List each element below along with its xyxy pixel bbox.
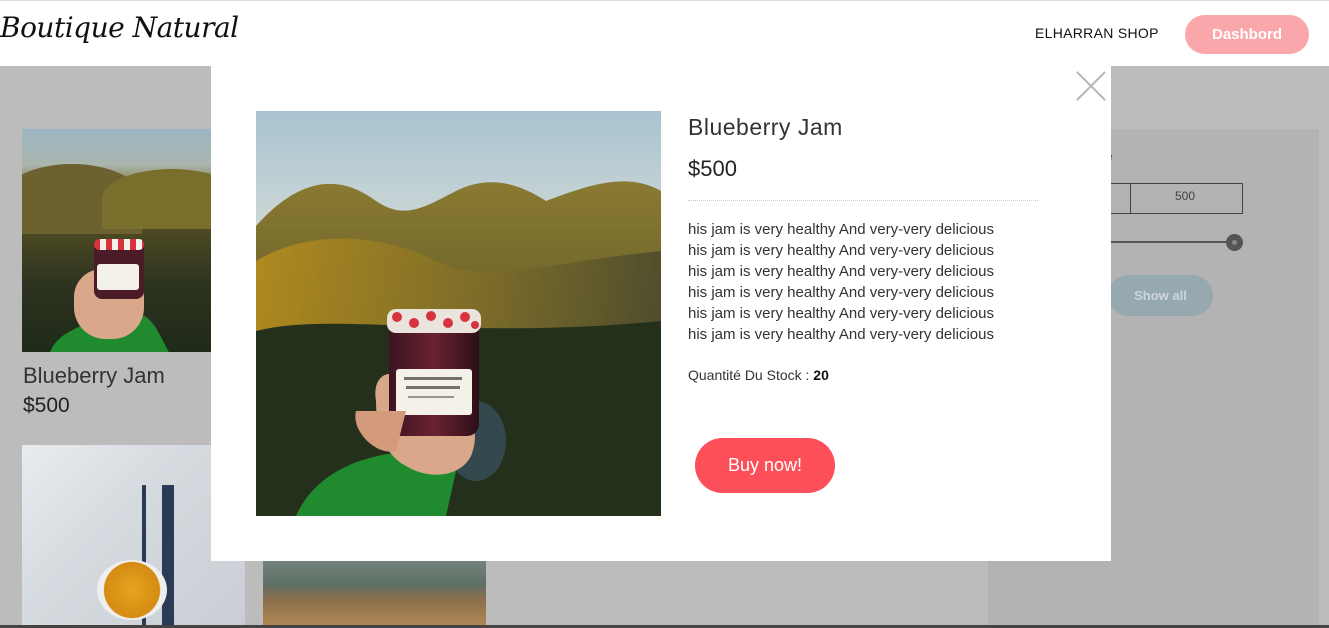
modal-description: his jam is very healthy And very-very de… xyxy=(688,219,1048,345)
modal-product-image xyxy=(256,111,661,516)
show-all-button[interactable]: Show all xyxy=(1108,275,1213,316)
modal-product-price: $500 xyxy=(688,156,737,181)
description-line: his jam is very healthy And very-very de… xyxy=(688,263,994,280)
nav-shop-link[interactable]: ELHARRAN SHOP xyxy=(1035,25,1159,41)
modal-product-title: Blueberry Jam xyxy=(688,114,843,140)
site-header: Boutique Natural ELHARRAN SHOP Dashbord xyxy=(0,0,1329,66)
price-max-value[interactable]: 500 xyxy=(1175,189,1195,203)
product-card-price: $500 xyxy=(23,394,70,417)
dashboard-button[interactable]: Dashbord xyxy=(1185,15,1309,54)
price-range-divider xyxy=(1130,184,1131,213)
product-card-title[interactable]: Blueberry Jam xyxy=(23,363,165,389)
close-icon[interactable] xyxy=(1075,70,1107,102)
modal-divider xyxy=(688,200,1038,201)
site-logo[interactable]: Boutique Natural xyxy=(0,11,239,44)
description-line: his jam is very healthy And very-very de… xyxy=(688,305,994,322)
description-line: his jam is very healthy And very-very de… xyxy=(688,221,994,238)
stock-value: 20 xyxy=(813,367,829,383)
product-image-blueberry-jam xyxy=(22,129,211,352)
description-line: his jam is very healthy And very-very de… xyxy=(688,242,994,259)
buy-now-button[interactable]: Buy now! xyxy=(695,438,835,493)
description-line: his jam is very healthy And very-very de… xyxy=(688,284,994,301)
stock-label: Quantité Du Stock : xyxy=(688,367,814,383)
price-slider-handle[interactable] xyxy=(1226,234,1243,251)
product-image-toast xyxy=(263,555,486,628)
description-line: his jam is very healthy And very-very de… xyxy=(688,326,994,343)
price-slider-track[interactable] xyxy=(1110,241,1234,243)
stock-quantity: Quantité Du Stock : 20 xyxy=(688,367,829,383)
